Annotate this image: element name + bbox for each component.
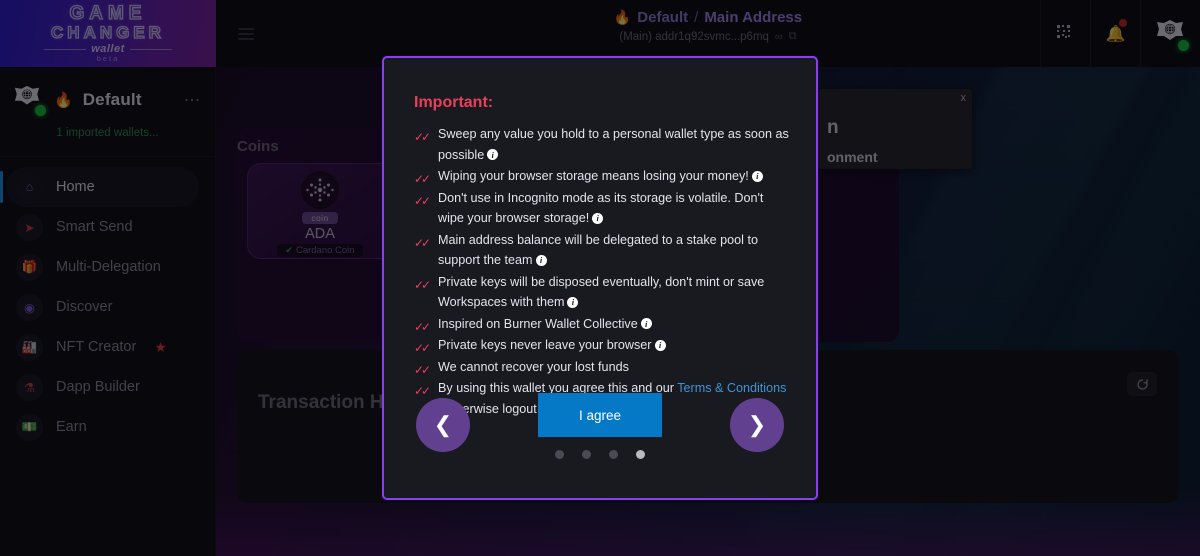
modal-footer: ❮ I agree ❯: [384, 388, 816, 498]
terms-item-text: We cannot recover your lost funds: [438, 359, 629, 374]
terms-list-item: ✓✓ Main address balance will be delegated…: [414, 230, 792, 271]
info-icon[interactable]: i: [640, 318, 652, 330]
info-icon[interactable]: i: [567, 296, 579, 308]
terms-list-item: ✓✓ Private keys never leave your browser i: [414, 335, 792, 356]
double-check-icon: ✓✓: [414, 277, 431, 292]
terms-list-item: ✓✓ Wiping your browser storage means losi…: [414, 166, 792, 187]
app-root: Coins coin ADA: [0, 0, 1200, 556]
terms-list-item: ✓✓ Don't use in Incognito mode as its sto…: [414, 188, 792, 229]
double-check-icon: ✓✓: [414, 362, 431, 377]
double-check-icon: ✓✓: [414, 235, 431, 250]
slide-dot[interactable]: [609, 450, 618, 459]
slide-dot[interactable]: [636, 450, 645, 459]
terms-item-text: Wiping your browser storage means losing…: [438, 169, 749, 183]
double-check-icon: ✓✓: [414, 341, 431, 355]
slide-dot[interactable]: [582, 450, 591, 459]
info-icon[interactable]: i: [592, 212, 604, 224]
next-slide-button[interactable]: ❯: [730, 398, 784, 452]
double-check-icon: ✓✓: [414, 130, 431, 144]
terms-list: ✓✓ Sweep any value you hold to a personal…: [414, 124, 792, 419]
double-check-icon: ✓✓: [414, 319, 431, 334]
terms-list-item: ✓✓ We cannot recover your lost funds: [414, 357, 792, 378]
previous-slide-button[interactable]: ❮: [416, 398, 470, 452]
terms-list-item: ✓✓ Private keys will be disposed eventual…: [414, 272, 792, 313]
slide-indicator-dots: [555, 450, 645, 459]
slide-dot[interactable]: [555, 450, 564, 459]
agree-button[interactable]: I agree: [538, 393, 662, 437]
terms-list-item: ✓✓ Sweep any value you hold to a personal…: [414, 124, 792, 165]
terms-item-text: Private keys never leave your browser: [438, 338, 652, 352]
terms-list-item: ✓✓ Inspired on Burner Wallet Collective i: [414, 314, 792, 335]
info-icon[interactable]: i: [654, 339, 666, 351]
double-check-icon: ✓✓: [414, 193, 431, 208]
info-icon[interactable]: i: [751, 170, 763, 182]
info-icon[interactable]: i: [535, 254, 547, 266]
modal-heading: Important:: [414, 94, 494, 111]
info-icon[interactable]: i: [487, 149, 499, 161]
terms-modal: Important: ✓✓ Sweep any value you hold to…: [382, 56, 818, 500]
terms-item-text: Inspired on Burner Wallet Collective: [438, 316, 638, 331]
double-check-icon: ✓✓: [414, 172, 431, 186]
terms-item-text: Main address balance will be delegated t…: [438, 232, 758, 268]
terms-item-text: Private keys will be disposed eventually…: [438, 274, 765, 310]
